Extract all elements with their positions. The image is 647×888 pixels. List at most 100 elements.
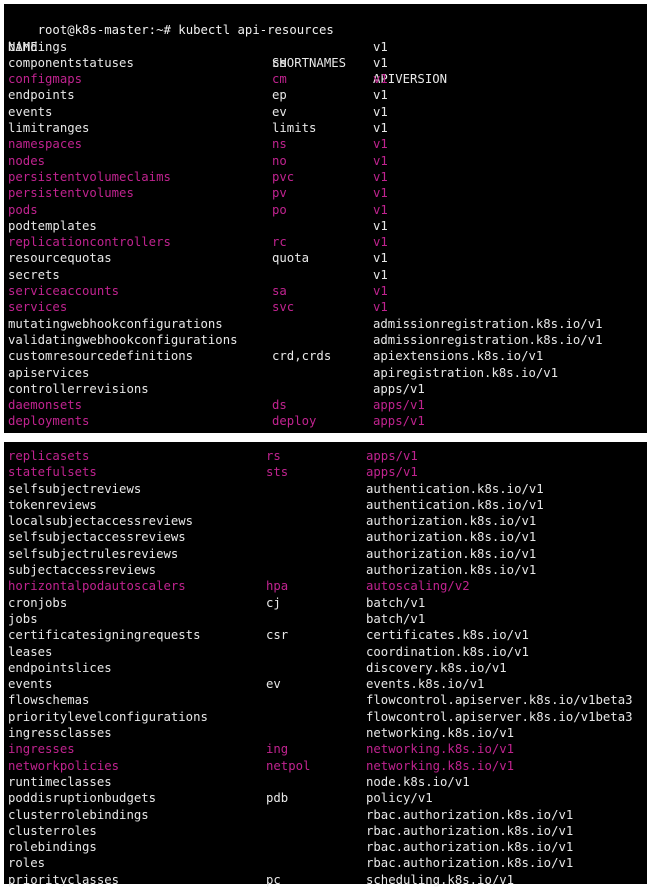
resource-shortnames: pc bbox=[266, 872, 281, 887]
table-row: ingressclasses networking.k8s.io/v1 bbox=[8, 725, 647, 741]
resource-name: resourcequotas bbox=[8, 251, 112, 266]
resource-apiversion: certificates.k8s.io/v1 bbox=[366, 628, 529, 643]
resource-shortnames: ev bbox=[266, 677, 281, 692]
table-row: rolebindings rbac.authorization.k8s.io/v1 bbox=[8, 839, 647, 855]
resource-shortnames: csr bbox=[266, 628, 289, 643]
resource-apiversion: v1 bbox=[373, 39, 388, 54]
resource-apiversion: v1 bbox=[373, 169, 388, 184]
resource-name: runtimeclasses bbox=[8, 774, 112, 789]
resource-name: limitranges bbox=[8, 121, 90, 136]
resource-apiversion: rbac.authorization.k8s.io/v1 bbox=[366, 823, 574, 838]
table-row: cronjobs cj batch/v1 bbox=[8, 595, 647, 611]
table-row: certificatesigningrequests csr certificate… bbox=[8, 627, 647, 643]
table-row: bindings v1 bbox=[8, 39, 647, 55]
resource-name: deployments bbox=[8, 414, 90, 429]
resource-apiversion: v1 bbox=[373, 55, 388, 70]
resource-apiversion: v1 bbox=[373, 218, 388, 233]
resource-apiversion: admissionregistration.k8s.io/v1 bbox=[373, 332, 603, 347]
resource-shortnames: pvc bbox=[272, 169, 295, 184]
resource-apiversion: batch/v1 bbox=[366, 611, 426, 626]
resource-apiversion: apps/v1 bbox=[373, 398, 425, 413]
resource-apiversion: apiextensions.k8s.io/v1 bbox=[373, 349, 544, 364]
resource-name: tokenreviews bbox=[8, 497, 97, 512]
resource-apiversion: v1 bbox=[373, 251, 388, 266]
table-row: statefulsets sts apps/v1 bbox=[8, 464, 647, 480]
resource-apiversion: v1 bbox=[373, 186, 388, 201]
resource-apiversion: events.k8s.io/v1 bbox=[366, 677, 485, 692]
resource-name: bindings bbox=[8, 39, 68, 54]
table-row: leases coordination.k8s.io/v1 bbox=[8, 644, 647, 660]
resource-name: selfsubjectrulesreviews bbox=[8, 546, 179, 561]
resource-name: persistentvolumes bbox=[8, 186, 134, 201]
table-row: componentstatuses cs v1 bbox=[8, 55, 647, 71]
table-row: daemonsets ds apps/v1 bbox=[8, 397, 647, 413]
resource-shortnames: ds bbox=[272, 398, 287, 413]
resource-apiversion: discovery.k8s.io/v1 bbox=[366, 660, 507, 675]
terminal-panel-top[interactable]: root@k8s-master:~# kubectl api-resources… bbox=[4, 4, 647, 433]
resource-apiversion: batch/v1 bbox=[366, 595, 426, 610]
resource-name: componentstatuses bbox=[8, 55, 134, 70]
table-row: mutatingwebhookconfigurations admissionre… bbox=[8, 316, 647, 332]
resource-name: horizontalpodautoscalers bbox=[8, 579, 186, 594]
resource-apiversion: v1 bbox=[373, 137, 388, 152]
table-row: namespaces ns v1 bbox=[8, 136, 647, 152]
resource-shortnames: sa bbox=[272, 284, 287, 299]
table-row: clusterroles rbac.authorization.k8s.io/v1 bbox=[8, 823, 647, 839]
resource-shortnames: ep bbox=[272, 88, 287, 103]
table-row: poddisruptionbudgets pdb policy/v1 bbox=[8, 790, 647, 806]
table-row: nodes no v1 bbox=[8, 153, 647, 169]
resource-shortnames: crd,crds bbox=[272, 349, 332, 364]
table-row: clusterrolebindings rbac.authorization.k8… bbox=[8, 807, 647, 823]
resource-name: rolebindings bbox=[8, 840, 97, 855]
resource-name: leases bbox=[8, 644, 53, 659]
table-row: controllerrevisions apps/v1 bbox=[8, 381, 647, 397]
resource-name: prioritylevelconfigurations bbox=[8, 709, 208, 724]
resource-name: validatingwebhookconfigurations bbox=[8, 332, 238, 347]
resource-apiversion: rbac.authorization.k8s.io/v1 bbox=[366, 856, 574, 871]
table-row: horizontalpodautoscalers hpa autoscaling/v… bbox=[8, 578, 647, 594]
resource-name: nodes bbox=[8, 153, 46, 168]
terminal-panel-bottom[interactable]: replicasets rs apps/v1 statefulsets sts apps/… bbox=[4, 442, 647, 887]
resource-apiversion: v1 bbox=[373, 88, 388, 103]
resource-apiversion: flowcontrol.apiserver.k8s.io/v1beta3 bbox=[366, 709, 633, 724]
resource-apiversion: v1 bbox=[373, 104, 388, 119]
table-row: limitranges limits v1 bbox=[8, 120, 647, 136]
resource-name: controllerrevisions bbox=[8, 381, 149, 396]
resource-apiversion: rbac.authorization.k8s.io/v1 bbox=[366, 807, 574, 822]
resource-apiversion: apps/v1 bbox=[366, 465, 418, 480]
resource-shortnames: ing bbox=[266, 742, 289, 757]
table-row: persistentvolumes pv v1 bbox=[8, 185, 647, 201]
resource-name: localsubjectaccessreviews bbox=[8, 514, 194, 529]
resource-name: clusterrolebindings bbox=[8, 807, 149, 822]
table-row: roles rbac.authorization.k8s.io/v1 bbox=[8, 855, 647, 871]
resource-apiversion: authorization.k8s.io/v1 bbox=[366, 546, 537, 561]
resource-apiversion: authorization.k8s.io/v1 bbox=[366, 530, 537, 545]
resource-name: secrets bbox=[8, 267, 60, 282]
resource-name: services bbox=[8, 300, 68, 315]
table-row: selfsubjectaccessreviews authorization.k8… bbox=[8, 529, 647, 545]
table-row: deployments deploy apps/v1 bbox=[8, 413, 647, 429]
resource-apiversion: rbac.authorization.k8s.io/v1 bbox=[366, 840, 574, 855]
resource-shortnames: svc bbox=[272, 300, 295, 315]
resource-apiversion: v1 bbox=[373, 284, 388, 299]
resource-name: priorityclasses bbox=[8, 872, 120, 887]
table-row: networkpolicies netpol networking.k8s.io/v… bbox=[8, 758, 647, 774]
resource-name: mutatingwebhookconfigurations bbox=[8, 316, 223, 331]
resource-name: daemonsets bbox=[8, 398, 83, 413]
resource-name: selfsubjectreviews bbox=[8, 481, 142, 496]
resource-shortnames: pdb bbox=[266, 791, 289, 806]
resource-apiversion: autoscaling/v2 bbox=[366, 579, 470, 594]
resource-apiversion: networking.k8s.io/v1 bbox=[366, 758, 515, 773]
resource-name: replicasets bbox=[8, 449, 90, 463]
resource-apiversion: v1 bbox=[373, 267, 388, 282]
resource-apiversion: authentication.k8s.io/v1 bbox=[366, 481, 544, 496]
table-row: persistentvolumeclaims pvc v1 bbox=[8, 169, 647, 185]
resource-name: selfsubjectaccessreviews bbox=[8, 530, 186, 545]
resource-list-top: bindings v1 componentstatuses cs v1 configmap… bbox=[8, 39, 647, 430]
resource-name: ingressclasses bbox=[8, 726, 112, 741]
resource-shortnames: sts bbox=[266, 465, 289, 480]
resource-apiversion: admissionregistration.k8s.io/v1 bbox=[373, 316, 603, 331]
resource-name: events bbox=[8, 677, 53, 692]
table-row: apiservices apiregistration.k8s.io/v1 bbox=[8, 365, 647, 381]
resource-shortnames: rc bbox=[272, 235, 287, 250]
